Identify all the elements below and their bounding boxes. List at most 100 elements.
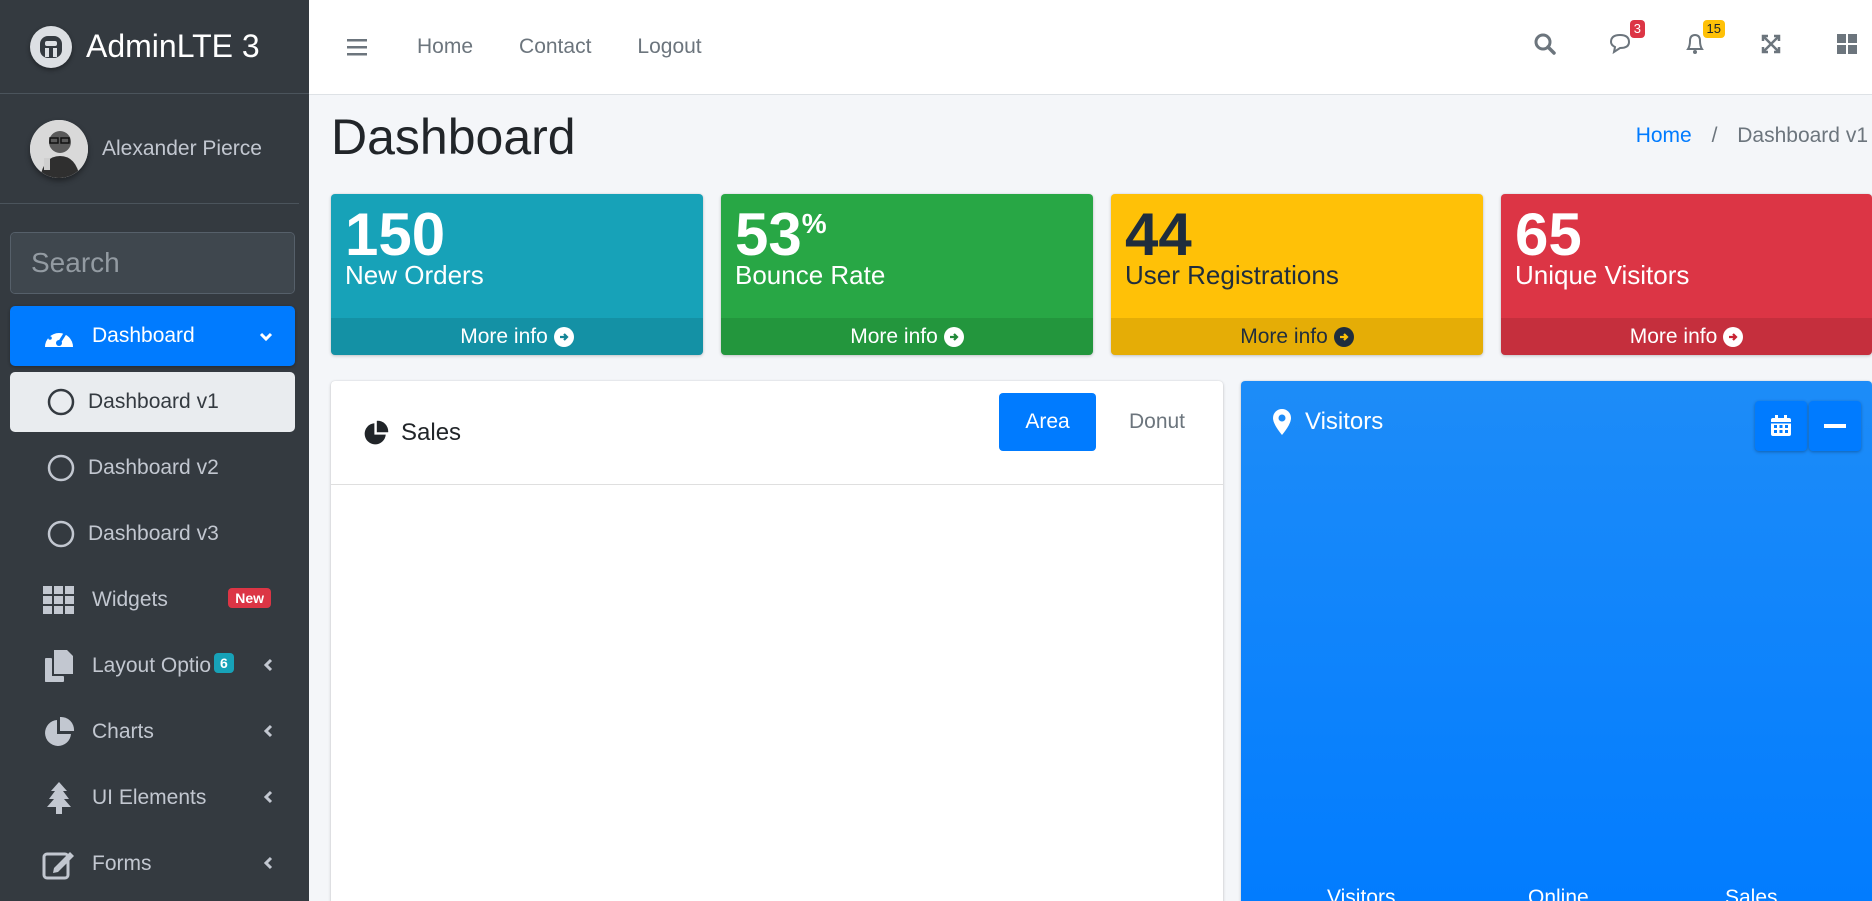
daterange-button[interactable] xyxy=(1755,401,1807,451)
arrow-circle-right-icon xyxy=(1723,326,1744,347)
sidebar-item-label: Dashboard v2 xyxy=(88,456,219,479)
box-value: 53% xyxy=(735,200,827,269)
more-info-link[interactable]: More info xyxy=(331,318,703,355)
more-info-label: More info xyxy=(1240,324,1328,348)
sidebar-item-dashboard[interactable]: Dashboard xyxy=(10,306,295,366)
sidebar-item-dashboard-v1[interactable]: Dashboard v1 xyxy=(10,372,295,432)
chevron-left-icon xyxy=(263,720,273,744)
messages-badge: 3 xyxy=(1629,20,1645,38)
user-name[interactable]: Alexander Pierce xyxy=(102,137,262,161)
sidebar-item-label: Charts xyxy=(92,720,154,743)
breadcrumb-separator: / xyxy=(1711,124,1718,147)
small-box-user-registrations: 44 User Registrations More info xyxy=(1111,194,1483,355)
sidebar-item-label: Widgets xyxy=(92,588,168,611)
minus-icon xyxy=(1824,424,1846,428)
more-info-link[interactable]: More info xyxy=(1501,318,1872,355)
messages-dropdown[interactable]: 3 xyxy=(1603,20,1645,62)
fullscreen-button[interactable] xyxy=(1753,26,1789,62)
box-value: 65 xyxy=(1515,201,1582,268)
sales-footer-label: Sales xyxy=(1725,886,1778,901)
chevron-down-icon xyxy=(259,324,273,348)
tree-icon xyxy=(42,781,76,815)
th-large-icon xyxy=(1837,34,1857,54)
chevron-left-icon xyxy=(263,852,273,876)
visitors-card-title: Visitors xyxy=(1305,408,1384,435)
notifications-badge: 15 xyxy=(1702,20,1725,38)
small-box-new-orders: 150 New Orders More info xyxy=(331,194,703,355)
notifications-dropdown[interactable]: 15 xyxy=(1677,20,1725,62)
sidebar-item-charts[interactable]: Charts xyxy=(10,702,295,762)
user-panel[interactable]: Alexander Pierce xyxy=(0,94,299,204)
circle-icon xyxy=(44,517,78,551)
small-box-bounce-rate: 53% Bounce Rate More info xyxy=(721,194,1093,355)
online-footer-label: Online xyxy=(1528,886,1589,901)
map-marker-icon xyxy=(1273,409,1291,435)
nav-link-contact[interactable]: Contact xyxy=(519,35,591,59)
breadcrumb-home[interactable]: Home xyxy=(1636,124,1692,147)
sidebar-item-label: Layout Options xyxy=(92,654,212,677)
user-avatar xyxy=(30,119,88,178)
chevron-left-icon xyxy=(263,786,273,810)
small-box-unique-visitors: 65 Unique Visitors More info xyxy=(1501,194,1872,355)
sidebar-search xyxy=(10,232,295,294)
sidebar-item-widgets[interactable]: Widgets New xyxy=(10,570,295,630)
calendar-icon xyxy=(1771,415,1791,436)
sidebar-item-label: UI Elements xyxy=(92,786,207,809)
box-label: User Registrations xyxy=(1125,260,1339,290)
pie-chart-icon xyxy=(42,715,76,749)
more-info-label: More info xyxy=(460,324,548,348)
navbar-search-button[interactable] xyxy=(1527,26,1563,62)
sidebar-item-dashboard-v2[interactable]: Dashboard v2 xyxy=(10,438,295,498)
nav-link-logout[interactable]: Logout xyxy=(637,35,701,59)
page-title: Dashboard xyxy=(331,109,576,165)
menu-toggle-button[interactable] xyxy=(347,38,367,56)
main-header: Home Contact Logout 3 15 xyxy=(309,0,1872,95)
more-info-link[interactable]: More info xyxy=(721,318,1093,355)
more-info-label: More info xyxy=(850,324,938,348)
breadcrumb: Home / Dashboard v1 xyxy=(1636,124,1868,148)
tab-area[interactable]: Area xyxy=(999,393,1096,451)
sidebar-item-layout-options[interactable]: Layout Options 6 xyxy=(10,636,295,696)
sidebar-item-dashboard-v3[interactable]: Dashboard v3 xyxy=(10,504,295,564)
box-label: New Orders xyxy=(345,260,484,290)
sidebar-menu: Dashboard Dashboard v1 Dashboard v2 Dash… xyxy=(0,306,309,894)
brand-logo-icon xyxy=(30,25,72,68)
arrow-circle-right-icon xyxy=(943,326,964,347)
pie-chart-icon xyxy=(363,420,389,446)
circle-icon xyxy=(44,451,78,485)
chevron-left-icon xyxy=(263,654,273,678)
breadcrumb-current: Dashboard v1 xyxy=(1737,124,1868,147)
brand-link[interactable]: AdminLTE 3 xyxy=(0,0,309,94)
new-badge: New xyxy=(228,588,271,608)
box-value-suffix: % xyxy=(801,208,827,239)
sales-chart-area xyxy=(331,485,1223,901)
copy-icon xyxy=(42,649,76,683)
tab-donut[interactable]: Donut xyxy=(1103,393,1211,451)
sidebar-item-label: Dashboard v1 xyxy=(88,390,219,413)
expand-arrows-icon xyxy=(1761,34,1781,54)
sidebar-item-forms[interactable]: Forms xyxy=(10,834,295,894)
brand-text: AdminLTE 3 xyxy=(86,28,260,64)
nav-link-home[interactable]: Home xyxy=(417,35,473,59)
more-info-link[interactable]: More info xyxy=(1111,318,1483,355)
arrow-circle-right-icon xyxy=(1333,326,1354,347)
sales-card-title: Sales xyxy=(401,418,462,446)
sidebar-item-ui-elements[interactable]: UI Elements xyxy=(10,768,295,828)
count-badge: 6 xyxy=(214,653,234,673)
search-icon xyxy=(1534,33,1556,55)
sales-card: Sales Area Donut xyxy=(331,381,1223,901)
sidebar-item-label: Forms xyxy=(92,852,152,875)
bars-icon xyxy=(347,39,367,56)
box-label: Unique Visitors xyxy=(1515,260,1690,290)
sales-card-header: Sales Area Donut xyxy=(331,381,1223,485)
control-sidebar-button[interactable] xyxy=(1829,26,1865,62)
more-info-label: More info xyxy=(1629,324,1718,348)
visitors-card: Visitors Visitors Online Sales xyxy=(1241,381,1872,901)
visitors-footer-label: Visitors xyxy=(1327,886,1396,901)
edit-icon xyxy=(42,847,76,881)
th-icon xyxy=(42,583,76,617)
sidebar-search-input[interactable] xyxy=(11,233,294,293)
circle-icon xyxy=(44,385,78,419)
collapse-button[interactable] xyxy=(1809,401,1861,451)
box-value: 150 xyxy=(345,201,446,268)
